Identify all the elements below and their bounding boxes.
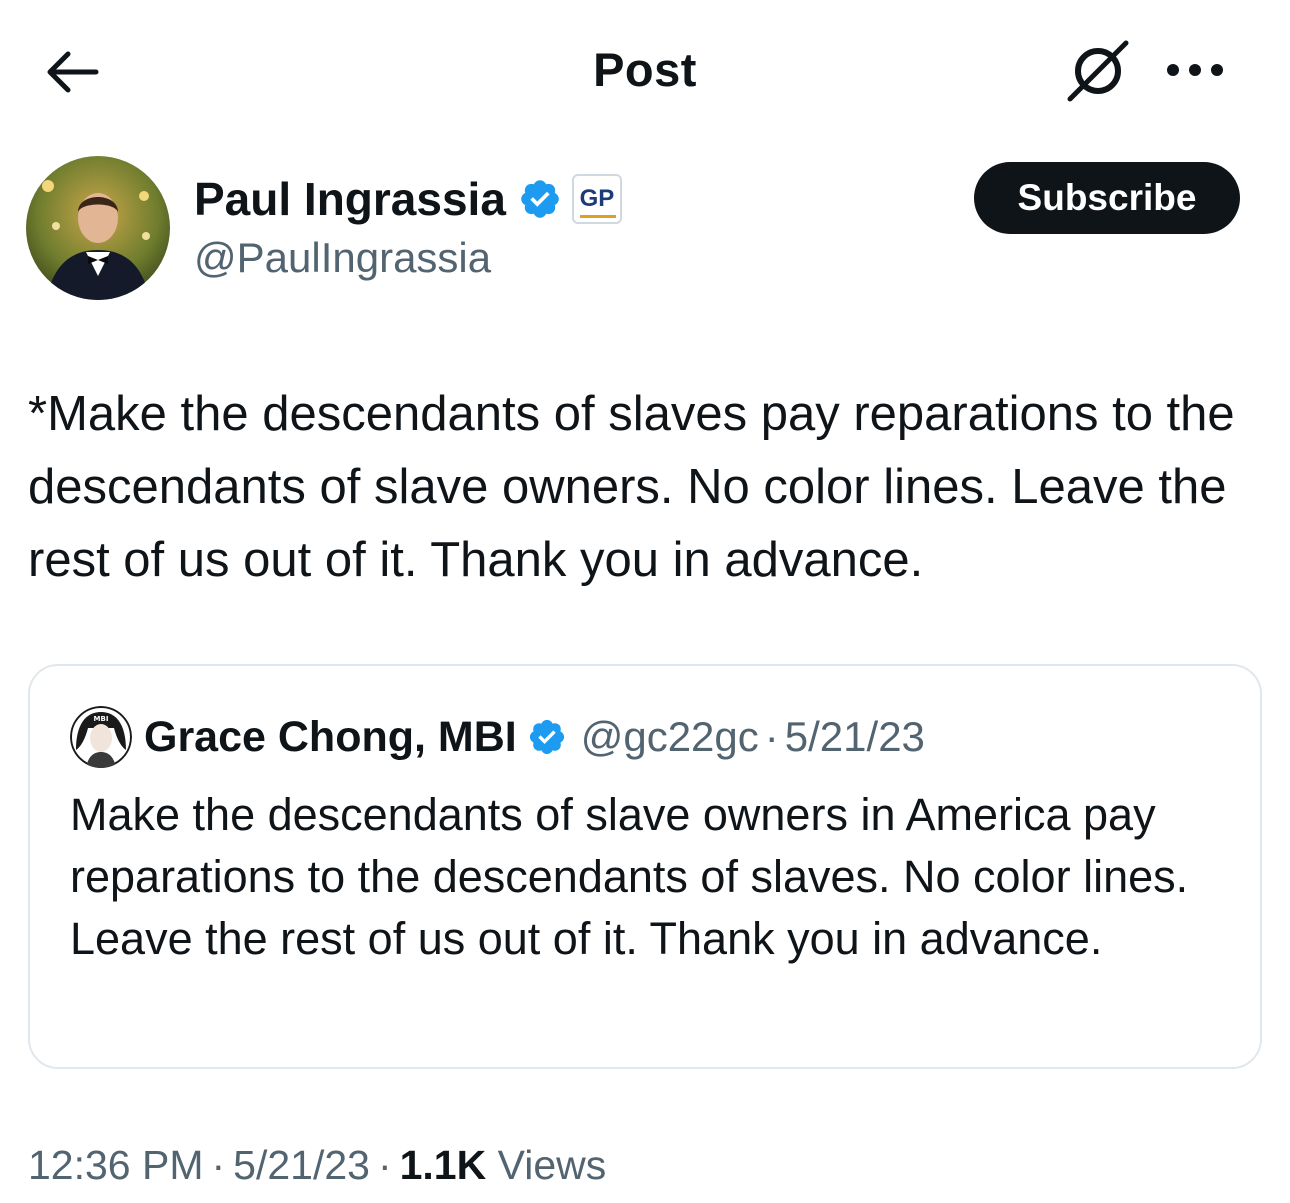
quote-author-name: Grace Chong, MBI <box>144 712 517 761</box>
quoted-post-card[interactable]: MBI Grace Chong, MBI @gc22gc · 5/21/23 M… <box>28 664 1262 1069</box>
verified-badge-icon[interactable] <box>518 177 562 221</box>
quote-header: MBI Grace Chong, MBI @gc22gc · 5/21/23 <box>70 706 925 768</box>
grok-icon <box>1067 40 1129 102</box>
top-bar: Post <box>0 0 1290 140</box>
affiliate-badge[interactable]: GP <box>571 174 622 224</box>
author-handle[interactable]: @PaulIngrassia <box>194 234 491 282</box>
quote-separator: · <box>764 713 779 760</box>
post-date: 5/21/23 <box>233 1142 370 1188</box>
author-name[interactable]: Paul Ingrassia <box>194 172 506 226</box>
views-count[interactable]: 1.1K <box>400 1142 487 1188</box>
subscribe-button[interactable]: Subscribe <box>974 162 1240 234</box>
grok-button[interactable] <box>1060 34 1138 106</box>
quote-date: 5/21/23 <box>784 713 925 760</box>
quote-avatar-text: MBI <box>94 715 109 723</box>
quote-author-avatar: MBI <box>70 706 132 768</box>
quote-verified-badge-icon <box>527 717 567 757</box>
post-meta: 12:36 PM · 5/21/23 · 1.1K Views <box>28 1142 606 1189</box>
author-avatar[interactable] <box>26 156 170 300</box>
post-text: *Make the descendants of slaves pay repa… <box>28 387 1235 587</box>
meta-separator: · <box>211 1142 226 1188</box>
post-time: 12:36 PM <box>28 1142 204 1188</box>
avatar-photo <box>26 156 170 300</box>
quote-author-handle: @gc22gc <box>580 713 759 760</box>
quote-text: Make the descendants of slave owners in … <box>70 789 1189 964</box>
author-row: Paul Ingrassia GP @PaulIngrassia Subscri… <box>0 150 1290 310</box>
views-label[interactable]: Views <box>498 1142 607 1188</box>
more-horizontal-icon <box>1167 64 1223 76</box>
author-name-line: Paul Ingrassia GP <box>194 172 622 226</box>
more-options-button[interactable] <box>1158 44 1232 96</box>
meta-separator: · <box>377 1142 392 1188</box>
